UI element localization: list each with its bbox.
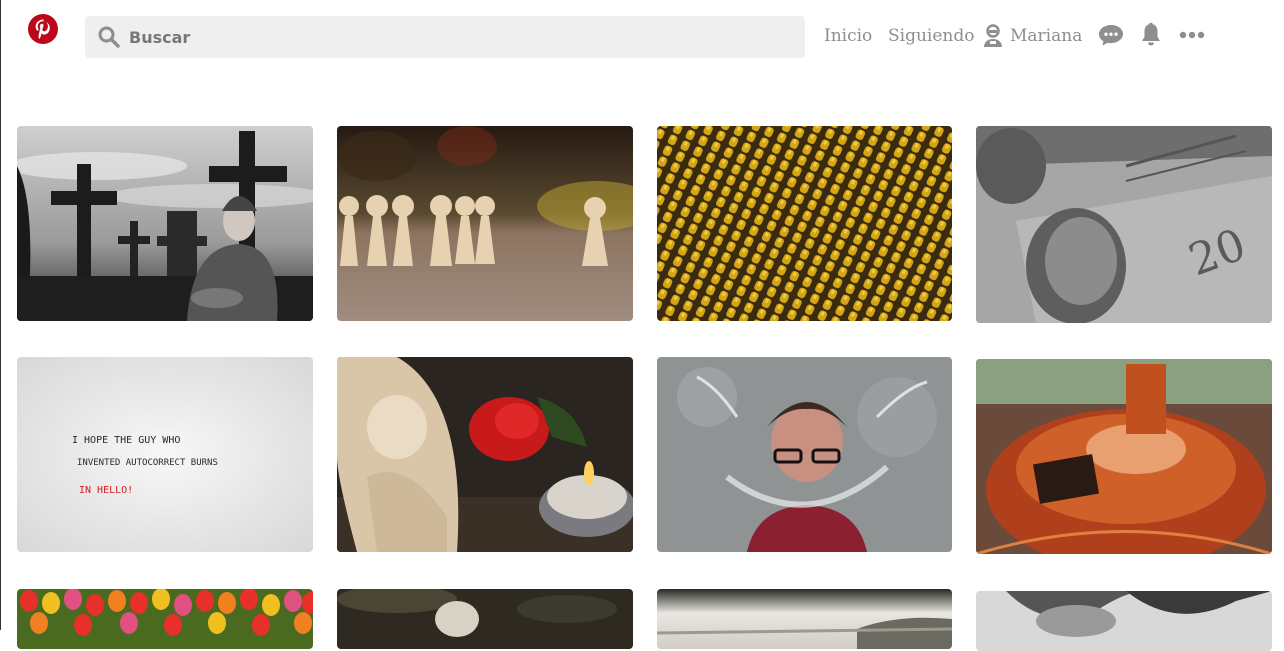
pin-image-cemetery[interactable]	[17, 126, 313, 321]
user-name: Mariana	[1010, 26, 1083, 46]
nav-home-link[interactable]: Inicio	[824, 26, 872, 46]
pin-image-hands-dark[interactable]	[337, 589, 633, 649]
pin-image-misty-landscape[interactable]	[657, 589, 952, 649]
pin-image-copper-kettle[interactable]	[976, 359, 1272, 554]
chat-bubble-icon[interactable]	[1098, 24, 1124, 46]
pin-image-hands-bw[interactable]	[976, 591, 1272, 651]
search-icon	[97, 25, 121, 49]
nav-following-link[interactable]: Siguiendo	[888, 26, 974, 46]
bell-icon[interactable]	[1140, 22, 1162, 48]
pinterest-logo-icon[interactable]	[27, 13, 59, 45]
more-dots-icon[interactable]	[1179, 28, 1205, 40]
page-edge	[0, 0, 1, 630]
search-input[interactable]	[129, 16, 789, 58]
pin-image-handwritten-note[interactable]: I HOPE THE GUY WHO INVENTED AUTOCORRECT …	[17, 357, 313, 552]
note-line-2: INVENTED AUTOCORRECT BURNS	[77, 458, 218, 468]
note-line-3: IN HELLO!	[79, 485, 133, 496]
pin-image-tulips[interactable]	[17, 589, 313, 649]
pin-image-banknote[interactable]: 20	[976, 126, 1272, 323]
user-icon	[982, 24, 1004, 48]
top-bar: Inicio Siguiendo Mariana	[0, 0, 1284, 80]
note-line-1: I HOPE THE GUY WHO	[72, 435, 180, 446]
pin-image-yellow-figurines[interactable]	[657, 126, 952, 321]
pin-image-wooden-figures[interactable]	[337, 126, 633, 321]
search-bar[interactable]	[85, 16, 805, 58]
pin-image-angel-candle[interactable]	[337, 357, 633, 552]
pin-image-water-splash[interactable]	[657, 357, 952, 552]
